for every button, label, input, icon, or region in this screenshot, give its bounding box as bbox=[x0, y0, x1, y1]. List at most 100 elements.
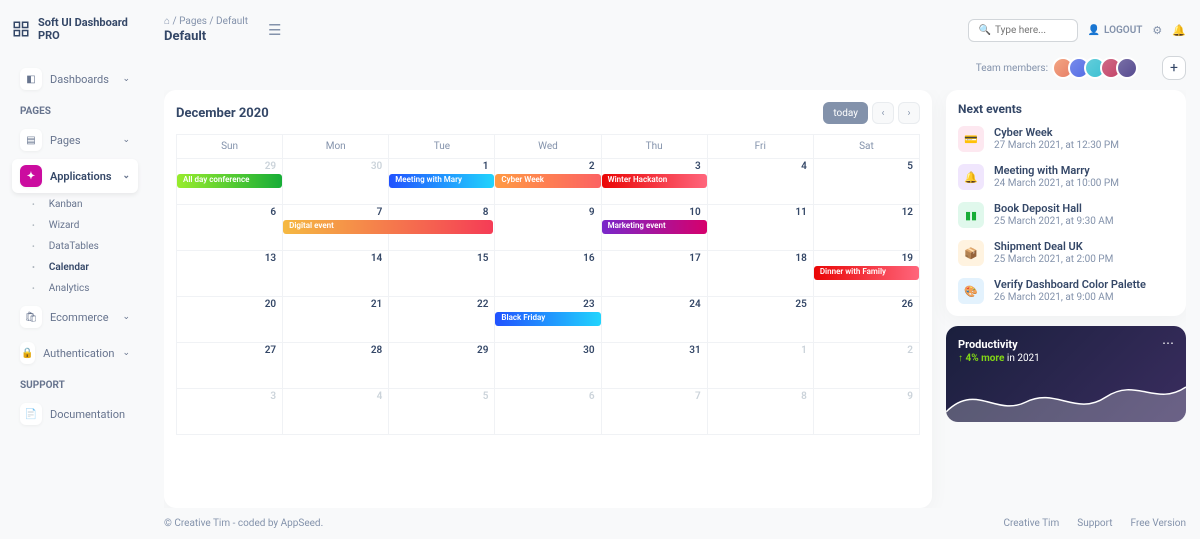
calendar-cell[interactable]: 5 bbox=[389, 389, 495, 435]
productivity-title: Productivity bbox=[958, 338, 1174, 351]
calendar-cell[interactable]: 17 bbox=[601, 251, 707, 297]
calendar-cell[interactable]: 24 bbox=[601, 297, 707, 343]
sidebar-subitem-datatables[interactable]: DataTables bbox=[12, 237, 138, 256]
logout-button[interactable]: 👤LOGOUT bbox=[1088, 25, 1143, 36]
calendar-cell[interactable]: 30 bbox=[495, 343, 601, 389]
home-icon[interactable]: ⌂ bbox=[164, 16, 170, 27]
next-events-title: Next events bbox=[958, 102, 1174, 116]
calendar-cell[interactable]: 1 bbox=[707, 343, 813, 389]
sidebar-item-documentation[interactable]: 📄 Documentation bbox=[12, 397, 138, 431]
event-marketing[interactable]: Marketing event bbox=[602, 220, 707, 234]
search-input[interactable] bbox=[995, 25, 1070, 36]
ecommerce-icon: 🛍 bbox=[20, 306, 42, 328]
calendar-cell[interactable]: 16 bbox=[495, 251, 601, 297]
footer-support-link[interactable]: Support bbox=[1077, 518, 1112, 529]
calendar-cell[interactable]: 9 bbox=[495, 205, 601, 251]
calendar-title: December 2020 bbox=[176, 106, 269, 121]
calendar-cell[interactable]: 7Digital event bbox=[283, 205, 389, 251]
sidebar-subitem-kanban[interactable]: Kanban bbox=[12, 195, 138, 214]
team-label: Team members: bbox=[976, 63, 1048, 74]
calendar-cell[interactable]: 30 bbox=[283, 159, 389, 205]
topbar: ⌂ / Pages / Default Default ☰ 🔍 👤LOGOUT … bbox=[164, 16, 1186, 44]
event-winter[interactable]: Winter Hackaton bbox=[602, 174, 707, 188]
calendar-grid: SunMonTueWedThuFriSat 29All day conferen… bbox=[176, 134, 920, 435]
footer-creative-link-2[interactable]: Creative Tim bbox=[1003, 518, 1059, 529]
add-member-button[interactable]: + bbox=[1162, 56, 1186, 80]
event-item[interactable]: 📦 Shipment Deal UK25 March 2021, at 2:00… bbox=[958, 240, 1174, 266]
book-icon: ▮▮ bbox=[958, 202, 984, 228]
sidebar-subitem-wizard[interactable]: Wizard bbox=[12, 216, 138, 235]
calendar-cell[interactable]: 20 bbox=[177, 297, 283, 343]
avatar[interactable] bbox=[1116, 57, 1138, 79]
calendar-cell[interactable]: 7 bbox=[601, 389, 707, 435]
prev-button[interactable]: ‹ bbox=[872, 102, 894, 124]
calendar-cell[interactable]: 6 bbox=[177, 205, 283, 251]
calendar-cell[interactable]: 28 bbox=[283, 343, 389, 389]
calendar-cell[interactable]: 5 bbox=[813, 159, 919, 205]
sidebar-heading-support: SUPPORT bbox=[12, 380, 138, 391]
settings-icon[interactable]: ⚙ bbox=[1152, 24, 1162, 37]
event-cyber[interactable]: Cyber Week bbox=[495, 174, 600, 188]
calendar-cell[interactable]: 8 bbox=[389, 205, 495, 251]
calendar-cell[interactable]: 29 bbox=[389, 343, 495, 389]
event-item[interactable]: ▮▮ Book Deposit Hall25 March 2021, at 9:… bbox=[958, 202, 1174, 228]
event-blackfriday[interactable]: Black Friday bbox=[495, 312, 600, 326]
calendar-cell[interactable]: 19Dinner with Family bbox=[813, 251, 919, 297]
calendar-cell[interactable]: 21 bbox=[283, 297, 389, 343]
calendar-cell[interactable]: 3Winter Hackaton bbox=[601, 159, 707, 205]
brand-logo[interactable]: Soft UI Dashboard PRO bbox=[12, 16, 138, 42]
main-content: ⌂ / Pages / Default Default ☰ 🔍 👤LOGOUT … bbox=[150, 0, 1200, 539]
calendar-cell[interactable]: 29All day conference bbox=[177, 159, 283, 205]
more-icon[interactable]: ⋯ bbox=[1162, 336, 1174, 350]
user-icon: 👤 bbox=[1088, 25, 1100, 36]
calendar-cell[interactable]: 9 bbox=[813, 389, 919, 435]
calendar-cell[interactable]: 1Meeting with Mary bbox=[389, 159, 495, 205]
team-avatars bbox=[1058, 57, 1138, 79]
event-item[interactable]: 💳 Cyber Week27 March 2021, at 12:30 PM bbox=[958, 126, 1174, 152]
calendar-cell[interactable]: 4 bbox=[283, 389, 389, 435]
event-item[interactable]: 🎨 Verify Dashboard Color Palette26 March… bbox=[958, 278, 1174, 304]
calendar-cell[interactable]: 2 bbox=[813, 343, 919, 389]
sidebar-subitem-analytics[interactable]: Analytics bbox=[12, 279, 138, 298]
sidebar-item-ecommerce[interactable]: 🛍 Ecommerce ⌄ bbox=[12, 300, 138, 334]
today-button[interactable]: today bbox=[823, 102, 868, 124]
footer-creative-link[interactable]: Creative Tim bbox=[174, 518, 230, 529]
calendar-cell[interactable]: 18 bbox=[707, 251, 813, 297]
event-mary[interactable]: Meeting with Mary bbox=[389, 174, 494, 188]
calendar-cell[interactable]: 6 bbox=[495, 389, 601, 435]
calendar-cell[interactable]: 27 bbox=[177, 343, 283, 389]
menu-toggle-icon[interactable]: ☰ bbox=[268, 21, 281, 39]
calendar-cell[interactable]: 23Black Friday bbox=[495, 297, 601, 343]
breadcrumb: ⌂ / Pages / Default bbox=[164, 16, 248, 27]
sidebar-item-applications[interactable]: ✦ Applications ⌄ bbox=[12, 159, 138, 193]
calendar-cell[interactable]: 11 bbox=[707, 205, 813, 251]
bell-icon[interactable]: 🔔 bbox=[1172, 24, 1186, 37]
footer-free-link[interactable]: Free Version bbox=[1131, 518, 1186, 529]
palette-icon: 🎨 bbox=[958, 278, 984, 304]
sidebar-item-authentication[interactable]: 🔒 Authentication ⌄ bbox=[12, 336, 138, 370]
calendar-cell[interactable]: 22 bbox=[389, 297, 495, 343]
sidebar-item-dashboards[interactable]: ◧ Dashboards ⌄ bbox=[12, 62, 138, 96]
calendar-cell[interactable]: 10Marketing event bbox=[601, 205, 707, 251]
event-allday[interactable]: All day conference bbox=[177, 174, 282, 188]
sidebar-item-pages[interactable]: ▤ Pages ⌄ bbox=[12, 123, 138, 157]
event-dinner[interactable]: Dinner with Family bbox=[814, 266, 919, 280]
next-events-card: Next events 💳 Cyber Week27 March 2021, a… bbox=[946, 90, 1186, 316]
calendar-cell[interactable]: 8 bbox=[707, 389, 813, 435]
calendar-cell[interactable]: 25 bbox=[707, 297, 813, 343]
search-box[interactable]: 🔍 bbox=[968, 19, 1078, 42]
calendar-cell[interactable]: 12 bbox=[813, 205, 919, 251]
shipment-icon: 📦 bbox=[958, 240, 984, 266]
chevron-down-icon: ⌄ bbox=[122, 348, 130, 358]
calendar-cell[interactable]: 31 bbox=[601, 343, 707, 389]
calendar-cell[interactable]: 26 bbox=[813, 297, 919, 343]
calendar-cell[interactable]: 13 bbox=[177, 251, 283, 297]
calendar-cell[interactable]: 2Cyber Week bbox=[495, 159, 601, 205]
calendar-cell[interactable]: 14 bbox=[283, 251, 389, 297]
calendar-cell[interactable]: 15 bbox=[389, 251, 495, 297]
sidebar-subitem-calendar[interactable]: Calendar bbox=[12, 258, 138, 277]
calendar-cell[interactable]: 4 bbox=[707, 159, 813, 205]
next-button[interactable]: › bbox=[898, 102, 920, 124]
calendar-cell[interactable]: 3 bbox=[177, 389, 283, 435]
event-item[interactable]: 🔔 Meeting with Marry24 March 2021, at 10… bbox=[958, 164, 1174, 190]
